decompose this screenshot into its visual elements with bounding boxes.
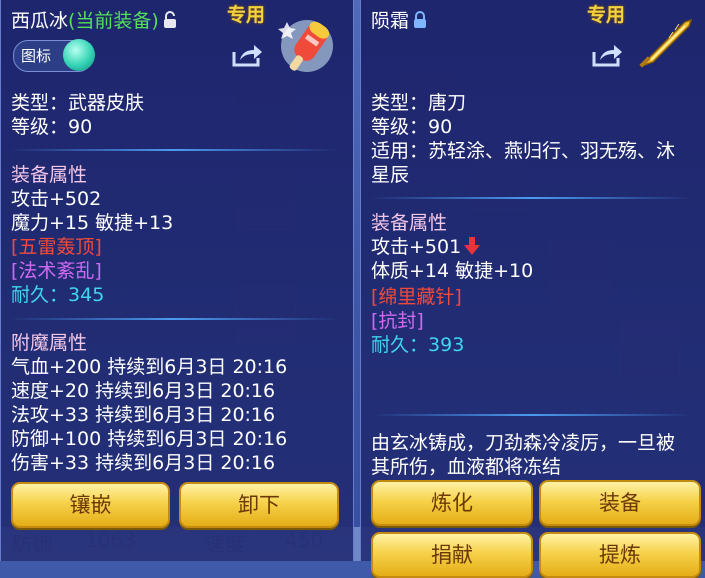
enchant-line: 速度+20 持续到6月3日 20:16: [11, 380, 276, 402]
icon-toggle-label: 图标: [21, 47, 52, 65]
applicable-classes: 适用：苏轻涂、燕归行、羽无殇、沐: [371, 140, 676, 162]
durability-label: 耐久：: [11, 284, 69, 306]
item-description: 由玄冰铸成，刀劲森冷凌厉，一旦被: [371, 432, 676, 454]
equipped-status: (当前装备): [68, 10, 159, 32]
equip-button[interactable]: 装备: [539, 480, 701, 526]
attr-line: 体质+14 敏捷+10: [371, 260, 534, 282]
toggle-knob: [63, 39, 95, 71]
exclusive-badge: 专用: [227, 4, 266, 26]
golden-blade-item-icon: [635, 16, 695, 74]
unlock-icon[interactable]: [163, 11, 177, 34]
inlay-button[interactable]: 镶嵌: [11, 482, 170, 528]
equipped-item-panel: 西瓜冰(当前装备) 专用 图标 类型：武器皮肤 等级：90 装备属性 攻击+50…: [0, 0, 354, 561]
attr-line: 攻击+502: [11, 188, 102, 210]
applicable-classes-cont: 星辰: [371, 164, 410, 186]
item-level: 等级：90: [371, 116, 453, 138]
item-name: 陨霜: [371, 10, 410, 32]
skill-purple: [抗封]: [371, 310, 424, 332]
durability-label: 耐久：: [371, 334, 429, 356]
refine-button[interactable]: 炼化: [371, 480, 533, 526]
attack-value: 攻击+501: [371, 236, 462, 258]
attr-heading: 装备属性: [371, 212, 448, 234]
divider: [9, 318, 339, 320]
durability-value: 393: [428, 334, 465, 356]
skill-purple: [法术紊乱]: [11, 260, 102, 282]
popsicle-item-icon: [273, 14, 339, 80]
attr-line: 魔力+15 敏捷+13: [11, 212, 174, 234]
item-level: 等级：90: [11, 116, 93, 138]
exclusive-badge: 专用: [587, 4, 626, 26]
enchant-heading: 附魔属性: [11, 332, 88, 354]
skill-red: [五雷轰顶]: [11, 236, 102, 258]
share-icon[interactable]: [591, 42, 623, 72]
enchant-line: 伤害+33 持续到6月3日 20:16: [11, 452, 276, 474]
icon-toggle[interactable]: 图标: [13, 39, 95, 72]
item-type: 类型：武器皮肤: [11, 92, 145, 114]
share-icon[interactable]: [231, 42, 263, 72]
durability-value: 345: [68, 284, 105, 306]
durability: 耐久：393: [371, 330, 464, 357]
item-title: 陨霜: [371, 6, 427, 34]
divider: [369, 414, 694, 416]
divider: [369, 197, 694, 199]
item-type: 类型：唐刀: [371, 92, 467, 114]
item-title: 西瓜冰(当前装备): [11, 6, 177, 34]
item-description-cont: 其所伤，血液都将冻结: [371, 456, 562, 478]
attr-heading: 装备属性: [11, 164, 88, 186]
divider: [9, 149, 339, 151]
durability: 耐久：345: [11, 280, 104, 307]
enchant-line: 气血+200 持续到6月3日 20:16: [11, 356, 288, 378]
compare-item-panel: 陨霜 专用 类型：唐刀 等级：90 适用：苏轻涂、燕归行、羽无殇、沐 星辰 装备…: [360, 0, 705, 578]
skill-red: [绵里藏针]: [371, 286, 462, 308]
donate-button[interactable]: 捐献: [371, 532, 533, 578]
lock-icon[interactable]: [413, 11, 427, 34]
enchant-line: 法攻+33 持续到6月3日 20:16: [11, 404, 276, 426]
unequip-button[interactable]: 卸下: [179, 482, 339, 528]
enchant-line: 防御+100 持续到6月3日 20:16: [11, 428, 288, 450]
item-name: 西瓜冰: [11, 10, 69, 32]
extract-button[interactable]: 提炼: [539, 532, 701, 578]
